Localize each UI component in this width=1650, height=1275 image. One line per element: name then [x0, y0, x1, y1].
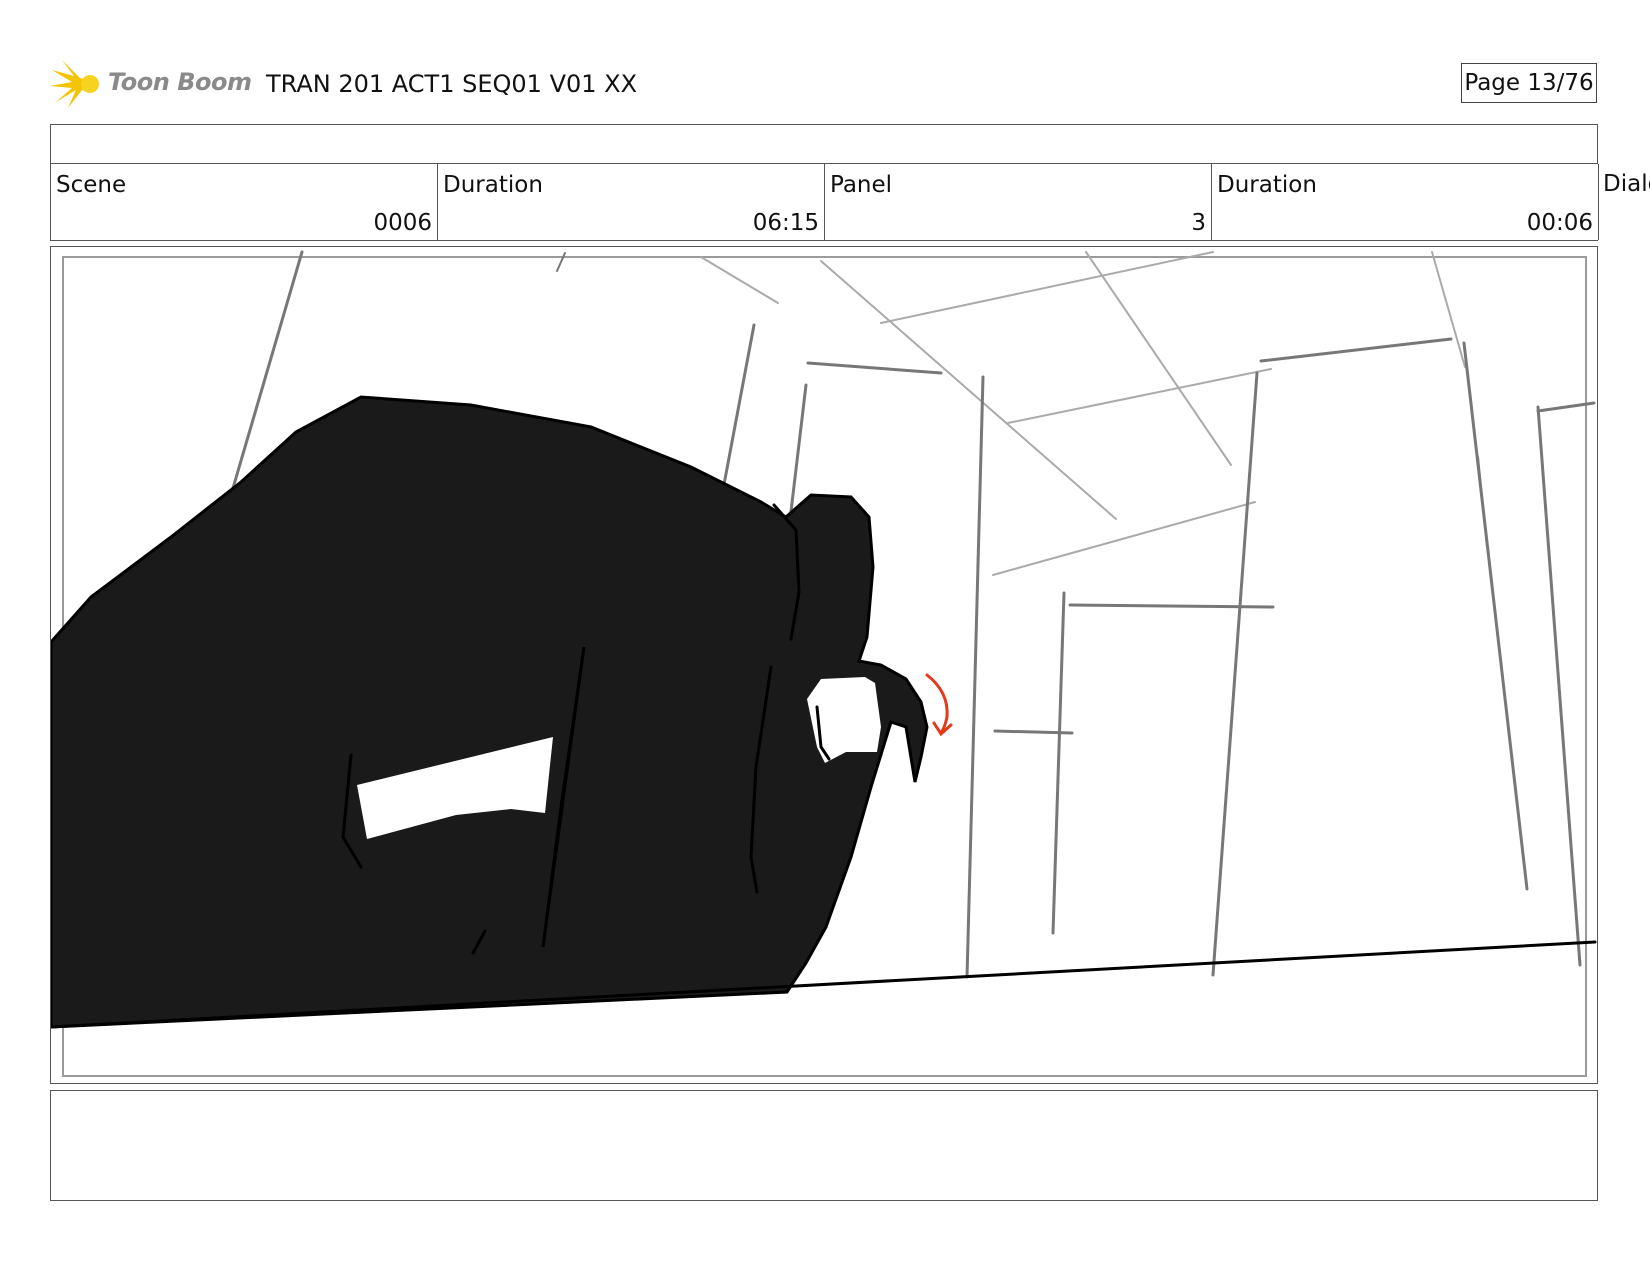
starburst-icon [50, 60, 100, 108]
document-title: TRAN 201 ACT1 SEQ01 V01 XX [266, 70, 638, 98]
panel-duration-label: Duration [1217, 172, 1317, 198]
notes-box [50, 1090, 1598, 1201]
panel-duration-value: 00:06 [1526, 210, 1593, 236]
panel-label: Panel [830, 172, 893, 198]
toon-boom-logo: Toon Boom [50, 58, 252, 110]
scene-duration-label: Duration [443, 172, 543, 198]
scene-duration-cell: Duration 06:15 [438, 164, 825, 240]
header-blank-row [50, 124, 1598, 164]
panel-sketch [51, 250, 1597, 1077]
panel-cell: Panel 3 [825, 164, 1212, 240]
scene-label: Scene [56, 172, 127, 198]
page-number: Page 13/76 [1461, 63, 1597, 103]
scene-info-row: Scene 0006 Duration 06:15 Panel 3 Durati… [50, 163, 1599, 241]
logo-text: Toon Boom [108, 68, 252, 96]
panel-value: 3 [1191, 210, 1206, 236]
panel-duration-cell: Duration 00:06 [1212, 164, 1599, 240]
dialog-label: Dialo [1603, 171, 1650, 197]
scene-value: 0006 [373, 210, 432, 236]
storyboard-panel [50, 246, 1598, 1084]
scene-cell: Scene 0006 [51, 164, 438, 240]
scene-duration-value: 06:15 [752, 210, 819, 236]
